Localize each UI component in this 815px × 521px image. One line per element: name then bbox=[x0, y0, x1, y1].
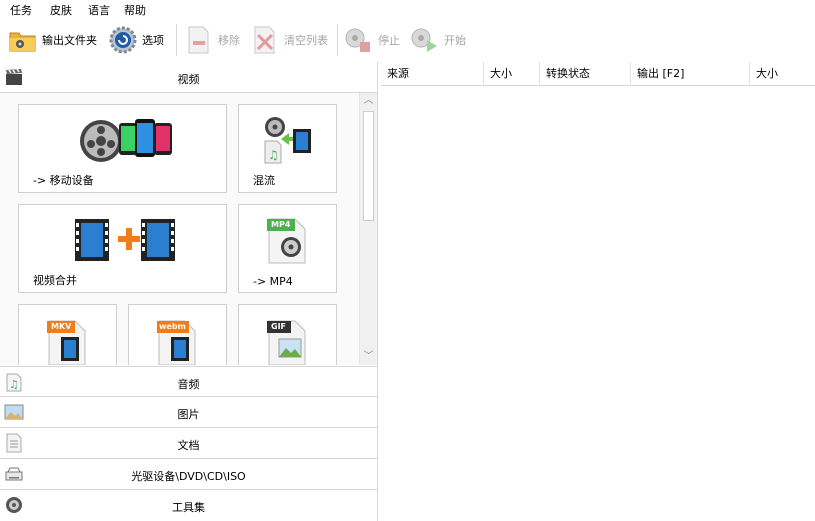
tile-webm[interactable]: webm bbox=[128, 304, 227, 365]
tile-mkv[interactable]: MKV bbox=[18, 304, 117, 365]
category-audio-label: 音频 bbox=[177, 378, 200, 391]
options-button[interactable]: 选项 bbox=[108, 22, 164, 58]
mp4-badge: MP4 bbox=[271, 220, 291, 229]
scroll-up-icon[interactable]: ︿ bbox=[360, 93, 377, 109]
mobile-devices-icon bbox=[79, 115, 175, 168]
options-label: 选项 bbox=[142, 34, 164, 47]
category-tools[interactable]: 工具集 bbox=[0, 490, 377, 521]
tile-mobile-device-label: -> 移动设备 bbox=[33, 174, 94, 187]
stop-icon bbox=[344, 25, 374, 55]
menu-task[interactable]: 任务 bbox=[10, 2, 32, 18]
category-picture[interactable]: 图片 bbox=[0, 397, 377, 428]
clear-list-icon bbox=[250, 25, 280, 55]
gear-icon bbox=[108, 25, 138, 55]
task-list-header: 来源 大小 转换状态 输出 [F2] 大小 bbox=[381, 62, 815, 86]
video-join-icon bbox=[73, 217, 177, 266]
category-video-label: 视频 bbox=[177, 73, 200, 86]
output-folder-button[interactable]: 输出文件夹 bbox=[8, 22, 97, 58]
webm-badge: webm bbox=[159, 322, 186, 331]
tile-mux-label: 混流 bbox=[253, 174, 275, 187]
output-folder-label: 输出文件夹 bbox=[42, 34, 97, 47]
category-optical-label: 光驱设备\DVD\CD\ISO bbox=[131, 470, 246, 483]
tile-video-join-label: 视频合并 bbox=[33, 274, 77, 287]
column-output[interactable]: 输出 [F2] bbox=[631, 62, 750, 86]
category-tools-label: 工具集 bbox=[172, 501, 205, 514]
stop-button[interactable]: 停止 bbox=[344, 22, 400, 58]
category-picture-label: 图片 bbox=[177, 408, 200, 421]
category-audio[interactable]: ♫ 音频 bbox=[0, 366, 377, 397]
remove-label: 移除 bbox=[218, 34, 240, 47]
remove-icon bbox=[184, 25, 214, 55]
category-document[interactable]: 文档 bbox=[0, 428, 377, 459]
tile-gif[interactable]: GIF bbox=[238, 304, 337, 365]
column-status[interactable]: 转换状态 bbox=[540, 62, 631, 86]
webm-file-icon: webm bbox=[155, 317, 201, 365]
tile-video-join[interactable]: 视频合并 bbox=[18, 204, 227, 293]
stop-label: 停止 bbox=[378, 34, 400, 47]
toolbar-separator bbox=[337, 24, 338, 56]
column-size[interactable]: 大小 bbox=[484, 62, 540, 86]
start-label: 开始 bbox=[444, 34, 466, 47]
category-video[interactable]: 视频 bbox=[0, 62, 377, 93]
svg-text:♫: ♫ bbox=[268, 148, 279, 162]
mkv-file-icon: MKV bbox=[45, 317, 91, 365]
tile-mp4-label: -> MP4 bbox=[253, 275, 293, 288]
scroll-thumb[interactable] bbox=[363, 111, 374, 221]
category-optical[interactable]: 光驱设备\DVD\CD\ISO bbox=[0, 459, 377, 490]
gif-file-icon: GIF bbox=[265, 317, 311, 365]
toolbar-separator bbox=[176, 24, 177, 56]
tile-mux[interactable]: ♫ 混流 bbox=[238, 104, 337, 193]
tiles-scrollbar[interactable]: ︿ ﹀ bbox=[359, 93, 377, 365]
menu-bar: 任务 皮肤 语言 帮助 bbox=[0, 0, 815, 18]
mux-icon: ♫ bbox=[263, 115, 315, 168]
mp4-file-icon: MP4 bbox=[265, 215, 311, 268]
menu-skin[interactable]: 皮肤 bbox=[50, 2, 72, 18]
toolbar: 输出文件夹 选项 移除 清空列表 停止 开始 bbox=[0, 18, 815, 62]
remove-button[interactable]: 移除 bbox=[184, 22, 240, 58]
column-output-size[interactable]: 大小 bbox=[750, 62, 815, 86]
gif-badge: GIF bbox=[271, 322, 287, 331]
menu-language[interactable]: 语言 bbox=[88, 2, 110, 18]
start-button[interactable]: 开始 bbox=[410, 22, 466, 58]
start-icon bbox=[410, 25, 440, 55]
video-tiles: -> 移动设备 ♫ 混流 视频合并 MP4 -> MP4 MKV webm GI… bbox=[0, 93, 359, 365]
category-document-label: 文档 bbox=[177, 439, 200, 452]
tile-mobile-device[interactable]: -> 移动设备 bbox=[18, 104, 227, 193]
scroll-down-icon[interactable]: ﹀ bbox=[360, 349, 377, 365]
clear-list-label: 清空列表 bbox=[284, 34, 328, 47]
clear-list-button[interactable]: 清空列表 bbox=[250, 22, 328, 58]
category-panel: 视频 -> 移动设备 ♫ 混流 视频合并 MP4 -> MP4 MKV webm… bbox=[0, 62, 378, 521]
tile-mp4[interactable]: MP4 -> MP4 bbox=[238, 204, 337, 293]
column-source[interactable]: 来源 bbox=[381, 62, 484, 86]
task-list: 来源 大小 转换状态 输出 [F2] 大小 bbox=[381, 62, 815, 521]
folder-icon bbox=[8, 25, 38, 55]
menu-help[interactable]: 帮助 bbox=[124, 2, 146, 18]
mkv-badge: MKV bbox=[51, 322, 72, 331]
